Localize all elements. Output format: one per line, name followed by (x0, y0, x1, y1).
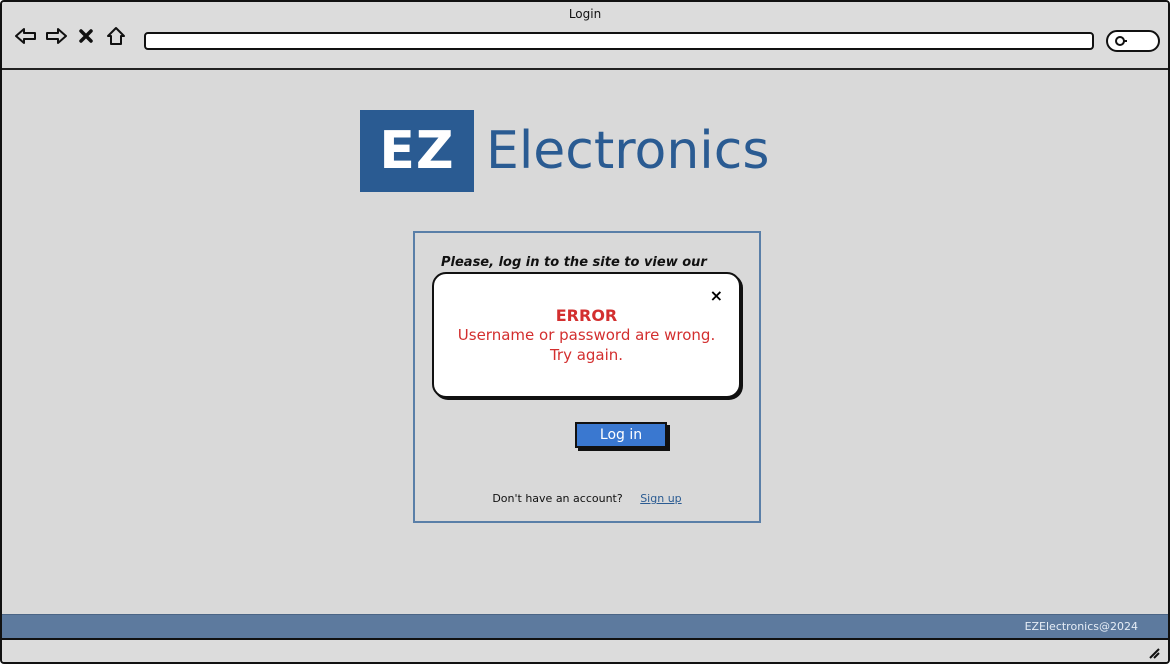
forward-arrow-icon[interactable] (44, 24, 68, 48)
signup-prompt: Don't have an account? (492, 492, 623, 505)
title-bar: Login (2, 2, 1168, 70)
error-title: ERROR (555, 306, 618, 325)
logo-mark: EZ (360, 110, 474, 192)
footer: EZElectronics@2024 (2, 614, 1168, 638)
window-title: Login (568, 7, 602, 21)
resize-grip-icon[interactable] (1146, 644, 1160, 659)
nav-controls (14, 24, 128, 48)
address-bar[interactable] (144, 32, 1094, 50)
back-arrow-icon[interactable] (14, 24, 38, 48)
search-button[interactable] (1106, 30, 1160, 52)
footer-copyright: EZElectronics@2024 (1024, 620, 1138, 633)
browser-window: Login EZ Electronics Please, log in to t… (0, 0, 1170, 664)
close-modal-icon[interactable]: × (710, 286, 723, 305)
status-bar (2, 638, 1168, 662)
close-icon[interactable] (74, 24, 98, 48)
login-button[interactable]: Log in (575, 422, 667, 448)
logo-wordmark: Electronics (486, 121, 770, 181)
error-message-line2: Try again. (549, 346, 624, 364)
search-icon (1114, 32, 1128, 51)
signup-row: Don't have an account? Sign up (415, 492, 759, 505)
home-icon[interactable] (104, 24, 128, 48)
signup-link[interactable]: Sign up (640, 492, 681, 505)
brand-logo: EZ Electronics (360, 110, 769, 192)
error-message-line1: Username or password are wrong. (457, 326, 716, 344)
error-modal: × ERROR Username or password are wrong. … (432, 272, 741, 398)
login-prompt: Please, log in to the site to view our (441, 255, 707, 270)
